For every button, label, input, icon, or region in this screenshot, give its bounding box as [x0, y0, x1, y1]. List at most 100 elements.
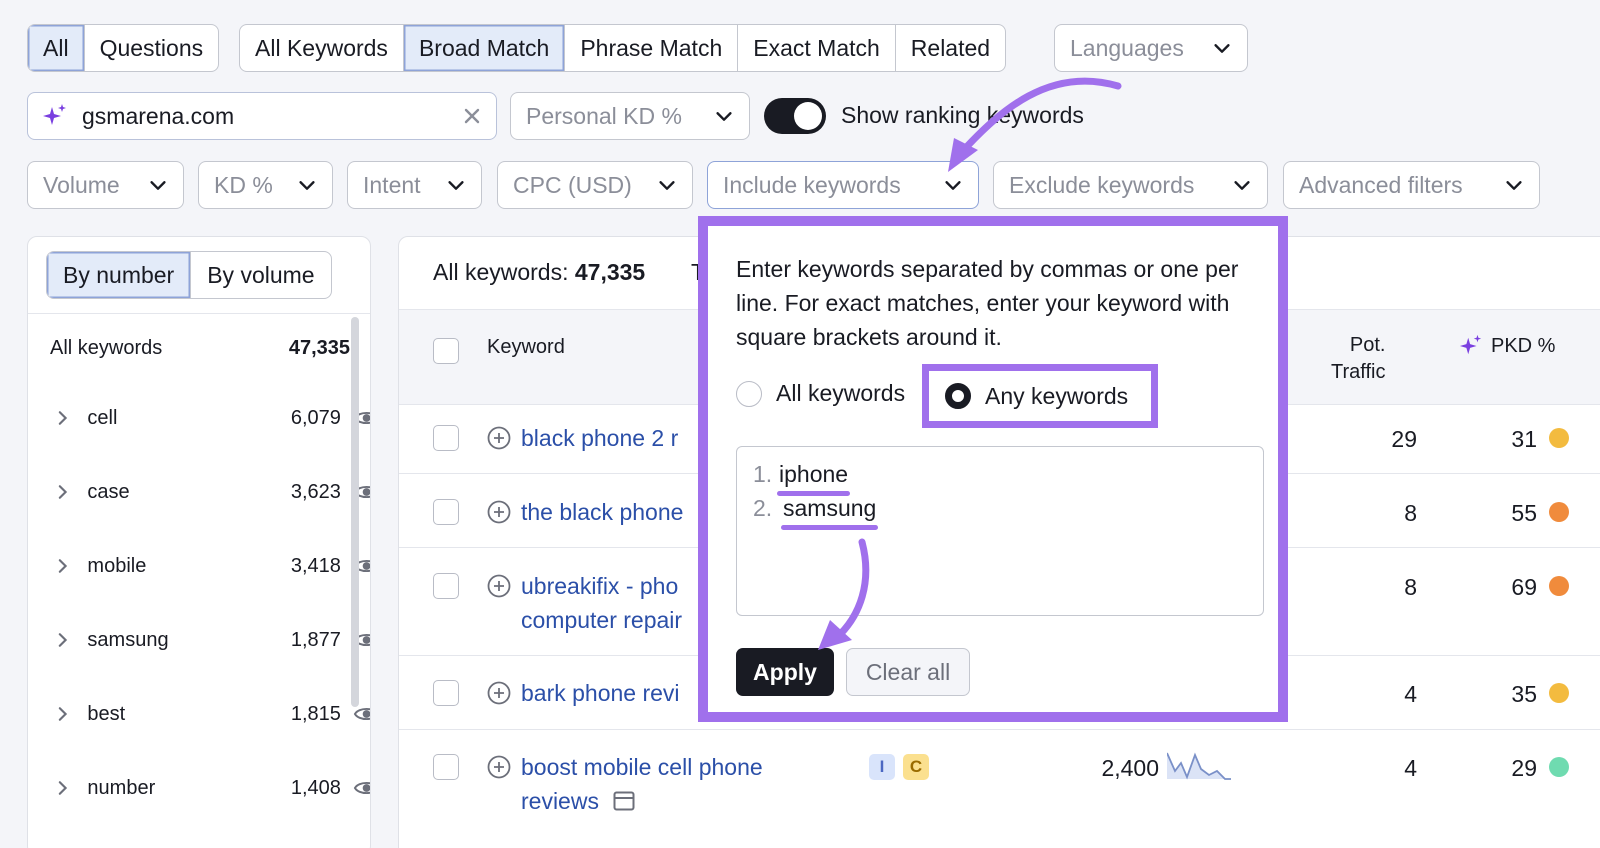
column-pkd[interactable]: PKD %	[1459, 334, 1555, 358]
pot-traffic-label-2: Traffic	[1331, 361, 1386, 383]
cpc-filter[interactable]: CPC (USD)	[497, 161, 693, 209]
row-checkbox[interactable]	[433, 680, 459, 706]
keyword-text: ubreakifix - pho computer repair	[521, 569, 682, 637]
keywords-textarea[interactable]: 1. iphone 2. samsung	[736, 446, 1264, 616]
row-checkbox[interactable]	[433, 573, 459, 599]
intent-filter[interactable]: Intent	[347, 161, 482, 209]
column-keyword[interactable]: Keyword	[487, 336, 565, 359]
difficulty-dot	[1549, 757, 1569, 777]
pkd-value: 31	[1511, 426, 1537, 452]
tab-all-keywords[interactable]: All Keywords	[240, 25, 404, 71]
plus-circle-icon[interactable]	[487, 574, 511, 598]
plus-circle-icon[interactable]	[487, 426, 511, 450]
row-checkbox[interactable]	[433, 754, 459, 780]
keyword-text: bark phone revi	[521, 680, 680, 706]
kd-filter[interactable]: KD %	[198, 161, 333, 209]
clear-all-button[interactable]: Clear all	[846, 648, 970, 696]
keyword-link[interactable]: bark phone revi	[487, 676, 680, 710]
plus-circle-icon[interactable]	[487, 500, 511, 524]
keyword-text: black phone 2 r	[521, 425, 679, 451]
eye-icon[interactable]	[353, 704, 371, 724]
radio-all-button[interactable]	[736, 380, 762, 407]
domain-search-input[interactable]: gsmarena.com	[27, 92, 497, 140]
pot-traffic-value: 8	[1404, 500, 1417, 526]
radio-any-button[interactable]	[945, 383, 971, 409]
row-divider	[399, 729, 1600, 730]
group-item[interactable]: mobile 3,418	[50, 551, 370, 581]
group-count: 3,623	[290, 480, 341, 503]
line-number: 2.	[753, 495, 773, 521]
group-name: case	[87, 480, 130, 503]
keyword-text-line-1: ubreakifix - pho	[521, 573, 679, 599]
volume-filter[interactable]: Volume	[27, 161, 184, 209]
keyword-text: the black phone	[521, 499, 684, 525]
difficulty-dot	[1549, 502, 1569, 522]
by-volume-button[interactable]: By volume	[191, 252, 330, 298]
group-item[interactable]: samsung 1,877	[50, 625, 370, 655]
group-item[interactable]: case 3,623	[50, 477, 370, 507]
radio-any-keywords[interactable]: Any keywords	[922, 364, 1158, 428]
chevron-right-icon	[58, 781, 68, 795]
select-all-checkbox[interactable]	[433, 338, 459, 364]
all-keywords-summary-count: 47,335	[574, 259, 646, 285]
tab-related[interactable]: Related	[896, 25, 1005, 71]
eye-icon[interactable]	[353, 778, 371, 798]
difficulty-dot	[1549, 576, 1569, 596]
chevron-down-icon	[1234, 181, 1250, 190]
column-pot-traffic[interactable]: Pot. Traffic	[1331, 332, 1385, 386]
exclude-keywords-filter[interactable]: Exclude keywords	[993, 161, 1268, 209]
personal-kd-dropdown[interactable]: Personal KD %	[510, 92, 750, 140]
chevron-right-icon	[58, 707, 68, 721]
chevron-down-icon	[1506, 181, 1522, 190]
keyword-text-line-2: reviews	[521, 788, 599, 814]
row-checkbox[interactable]	[433, 425, 459, 451]
chevron-right-icon	[58, 633, 68, 647]
group-item[interactable]: best 1,815	[50, 699, 371, 729]
all-keywords-summary-label: All keywords:	[433, 259, 569, 285]
languages-dropdown[interactable]: Languages	[1054, 24, 1248, 72]
keyword-link[interactable]: ubreakifix - pho computer repair	[487, 569, 682, 637]
chevron-down-icon	[448, 181, 464, 190]
volume-value: 2,400	[1101, 755, 1159, 781]
match-scope-tabs: All Questions	[27, 24, 220, 72]
radio-all-keywords[interactable]: All keywords	[736, 380, 905, 407]
pot-traffic-label-1: Pot.	[1349, 334, 1386, 356]
include-keywords-filter[interactable]: Include keywords	[707, 161, 979, 209]
match-type-tabs: All Keywords Broad Match Phrase Match Ex…	[239, 24, 1007, 72]
trend-sparkline	[1167, 752, 1231, 780]
plus-circle-icon[interactable]	[487, 681, 511, 705]
tab-phrase-match[interactable]: Phrase Match	[565, 25, 739, 71]
group-item[interactable]: number 1,408	[50, 773, 371, 803]
intent-badge-commercial: C	[903, 754, 929, 780]
intent-filter-label: Intent	[363, 171, 421, 198]
tab-broad-match[interactable]: Broad Match	[403, 25, 566, 71]
keyword-link[interactable]: black phone 2 r	[487, 421, 678, 455]
tab-all[interactable]: All	[28, 25, 85, 71]
keyword-link[interactable]: boost mobile cell phone reviews	[487, 750, 763, 818]
apply-button[interactable]: Apply	[736, 648, 834, 696]
radio-any-label: Any keywords	[985, 382, 1129, 409]
pkd-value: 69	[1511, 574, 1537, 600]
show-ranking-toggle[interactable]	[764, 98, 826, 134]
close-icon[interactable]	[462, 106, 482, 126]
pkd-value: 35	[1511, 681, 1537, 707]
pot-traffic-value: 4	[1404, 681, 1417, 707]
group-item[interactable]: cell 6,079	[50, 403, 370, 433]
advanced-filters[interactable]: Advanced filters	[1283, 161, 1540, 209]
by-number-button[interactable]: By number	[47, 252, 192, 298]
plus-circle-icon[interactable]	[487, 755, 511, 779]
row-checkbox[interactable]	[433, 499, 459, 525]
textarea-line: 1. iphone	[753, 461, 851, 496]
line-value: iphone	[776, 461, 851, 496]
keyword-link[interactable]: the black phone	[487, 495, 683, 529]
tab-questions[interactable]: Questions	[85, 25, 219, 71]
tab-exact-match[interactable]: Exact Match	[738, 25, 896, 71]
chevron-down-icon	[299, 181, 315, 190]
volume-filter-label: Volume	[43, 171, 120, 198]
all-keywords-group[interactable]: All keywords 47,335	[50, 337, 350, 360]
pkd-value: 29	[1511, 755, 1537, 781]
scrollbar[interactable]	[351, 317, 359, 707]
all-keywords-summary: All keywords: 47,335	[433, 259, 645, 286]
chevron-right-icon	[58, 559, 68, 573]
show-ranking-label: Show ranking keywords	[841, 102, 1084, 128]
